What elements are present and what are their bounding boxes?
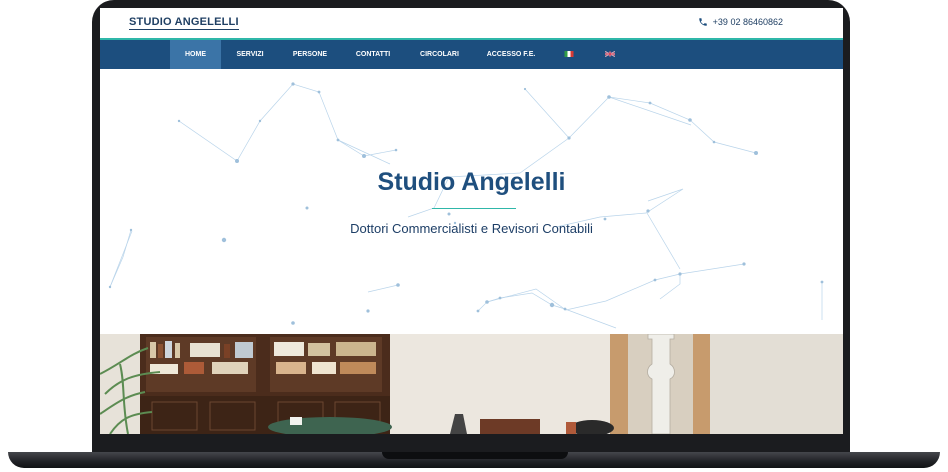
phone-contact[interactable]: +39 02 86460862 — [698, 17, 783, 27]
screen: STUDIO ANGELELLI +39 02 86460862 HOME SE… — [100, 8, 843, 434]
nav-item-contatti[interactable]: CONTATTI — [347, 40, 399, 69]
nav-item-home[interactable]: HOME — [170, 40, 221, 69]
network-background — [108, 82, 824, 329]
main-nav: HOME SERVIZI PERSONE CONTATTI CIRCOLARI … — [100, 40, 843, 69]
site-logo[interactable]: STUDIO ANGELELLI — [129, 17, 239, 30]
title-divider — [432, 208, 516, 209]
nav-item-circolari[interactable]: CIRCOLARI — [412, 40, 467, 69]
hero-subtitle: Dottori Commercialisti e Revisori Contab… — [350, 221, 593, 236]
phone-icon — [698, 18, 707, 26]
hero-section: Studio Angelelli Dottori Commercialisti … — [100, 69, 843, 334]
nav-item-persone[interactable]: PERSONE — [285, 40, 335, 69]
it-flag-icon[interactable] — [564, 51, 574, 57]
nav-item-servizi[interactable]: SERVIZI — [227, 40, 273, 69]
uk-flag-icon[interactable] — [605, 51, 615, 57]
laptop-notch — [382, 452, 568, 459]
office-photo — [100, 334, 843, 434]
top-bar: STUDIO ANGELELLI +39 02 86460862 — [100, 8, 843, 38]
hero-title: Studio Angelelli — [377, 168, 566, 196]
nav-item-accesso-fe[interactable]: ACCESSO F.E. — [478, 40, 544, 69]
phone-number: +39 02 86460862 — [712, 17, 783, 27]
